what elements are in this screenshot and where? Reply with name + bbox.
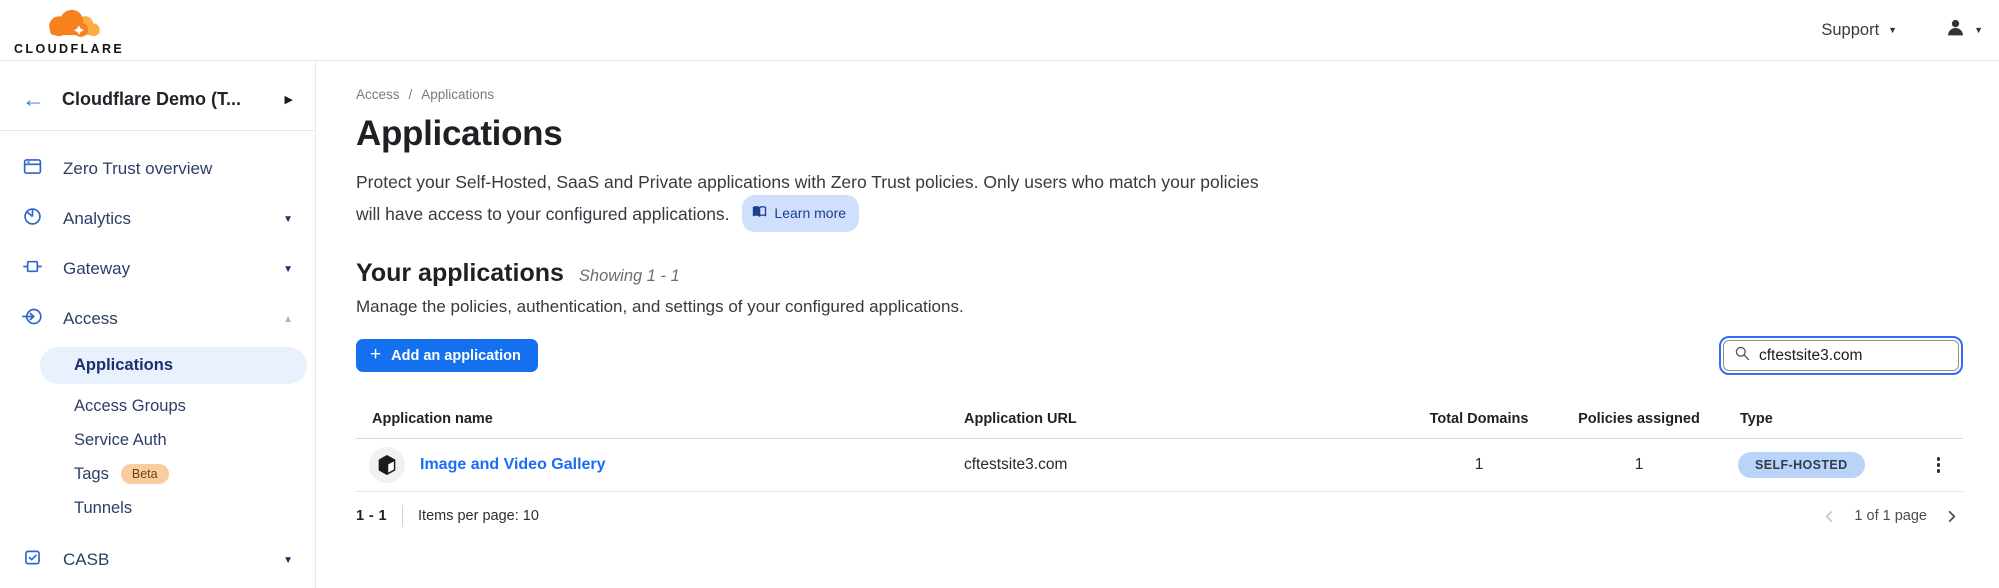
cloud-check-icon (22, 547, 43, 573)
column-type: Type (1724, 411, 1914, 427)
application-url: cftestsite3.com (964, 456, 1404, 474)
plus-icon: + (370, 345, 381, 364)
search-icon (1734, 345, 1750, 366)
sidebar-item-analytics[interactable]: Analytics ▼ (0, 194, 315, 244)
page-status: 1 of 1 page (1854, 508, 1927, 524)
column-total-domains: Total Domains (1404, 411, 1554, 427)
chevron-down-icon: ▼ (1888, 26, 1897, 35)
sidebar-item-label: CASB (63, 550, 263, 570)
cloudflare-wordmark: CLOUDFLARE (14, 42, 124, 56)
next-page-icon[interactable] (1944, 509, 1959, 524)
sidebar-item-tags[interactable]: Tags Beta (0, 457, 315, 491)
window-icon (22, 156, 43, 182)
previous-page-icon[interactable] (1822, 509, 1837, 524)
chevron-down-icon: ▼ (283, 264, 293, 275)
add-application-label: Add an application (391, 348, 521, 364)
table-header-row: Application name Application URL Total D… (356, 399, 1963, 439)
sidebar-item-label: Access Groups (74, 397, 186, 416)
section-description: Manage the policies, authentication, and… (356, 297, 1963, 317)
sidebar-item-label: Analytics (63, 209, 263, 229)
application-name-link[interactable]: Image and Video Gallery (420, 456, 606, 474)
sidebar-item-zero-trust-overview[interactable]: Zero Trust overview (0, 144, 315, 194)
pie-chart-icon (22, 206, 43, 232)
sidebar-item-label: Tunnels (74, 499, 132, 518)
sidebar-item-label: Access (63, 309, 263, 329)
sidebar-item-gateway[interactable]: Gateway ▼ (0, 244, 315, 294)
chevron-down-icon: ▼ (1974, 26, 1983, 35)
sidebar-item-applications[interactable]: Applications (40, 347, 307, 384)
cloudflare-cloud-icon (33, 7, 105, 43)
page-title: Applications (356, 114, 1963, 154)
search-input[interactable] (1759, 347, 1948, 365)
back-arrow-icon[interactable]: ← (22, 88, 45, 111)
footer-divider (402, 505, 403, 527)
sidebar-nav: Zero Trust overview Analytics ▼ Gateway … (0, 131, 315, 585)
showing-count: Showing 1 - 1 (579, 267, 680, 286)
items-range: 1 - 1 (356, 508, 387, 524)
login-arrow-icon (22, 306, 43, 332)
learn-more-button[interactable]: Learn more (742, 195, 859, 232)
breadcrumb-access[interactable]: Access (356, 87, 400, 102)
chevron-right-icon[interactable]: ▶ (285, 93, 293, 106)
gateway-icon (22, 256, 43, 282)
chevron-up-icon: ▲ (283, 314, 293, 325)
policies-assigned-value: 1 (1554, 456, 1724, 474)
add-application-button[interactable]: + Add an application (356, 339, 538, 372)
total-domains-value: 1 (1404, 456, 1554, 474)
sidebar-item-access-groups[interactable]: Access Groups (0, 389, 315, 423)
account-name: Cloudflare Demo (T... (62, 89, 268, 110)
breadcrumb: Access / Applications (356, 87, 1963, 102)
search-focus-ring (1719, 336, 1963, 375)
top-header: CLOUDFLARE Support ▼ ▼ (0, 0, 1999, 61)
sidebar-item-label: Gateway (63, 259, 263, 279)
breadcrumb-separator: / (409, 87, 413, 102)
section-title: Your applications (356, 259, 564, 288)
breadcrumb-applications[interactable]: Applications (421, 87, 494, 102)
beta-badge: Beta (121, 464, 169, 484)
sidebar-item-label: Tags (74, 465, 109, 484)
user-icon (1945, 17, 1966, 43)
book-icon (752, 198, 767, 228)
main-content: Access / Applications Applications Prote… (316, 61, 1999, 588)
sidebar-item-service-auth[interactable]: Service Auth (0, 423, 315, 457)
support-label: Support (1821, 21, 1879, 40)
sidebar: ← Cloudflare Demo (T... ▶ Zero Trust ove… (0, 61, 316, 588)
items-per-page: Items per page: 10 (418, 508, 539, 524)
table-row: Image and Video Gallery cftestsite3.com … (356, 439, 1963, 492)
type-badge: SELF-HOSTED (1738, 452, 1865, 478)
column-policies-assigned: Policies assigned (1554, 411, 1724, 427)
sidebar-item-access[interactable]: Access ▲ (0, 294, 315, 344)
column-application-url: Application URL (964, 411, 1404, 427)
account-switcher[interactable]: ← Cloudflare Demo (T... ▶ (0, 61, 315, 130)
sidebar-item-label: Service Auth (74, 431, 167, 450)
toolbar: + Add an application (356, 336, 1963, 375)
app-cube-icon (369, 447, 405, 483)
chevron-down-icon: ▼ (283, 214, 293, 225)
chevron-down-icon: ▼ (283, 555, 293, 566)
sidebar-item-label: Applications (74, 356, 173, 375)
page-description: Protect your Self-Hosted, SaaS and Priva… (356, 167, 1261, 234)
support-menu[interactable]: Support ▼ (1821, 21, 1897, 40)
learn-more-label: Learn more (774, 198, 846, 228)
table-footer: 1 - 1 Items per page: 10 1 of 1 page (356, 505, 1963, 527)
row-actions-kebab-icon[interactable] (1933, 453, 1945, 477)
account-menu[interactable]: ▼ (1945, 17, 1983, 43)
applications-table: Application name Application URL Total D… (356, 399, 1963, 492)
access-subnav: Applications Access Groups Service Auth … (0, 347, 315, 525)
sidebar-item-casb[interactable]: CASB ▼ (0, 535, 315, 585)
sidebar-item-label: Zero Trust overview (63, 159, 293, 179)
cloudflare-logo[interactable]: CLOUDFLARE (14, 7, 124, 56)
sidebar-item-tunnels[interactable]: Tunnels (0, 491, 315, 525)
column-application-name: Application name (356, 411, 964, 427)
